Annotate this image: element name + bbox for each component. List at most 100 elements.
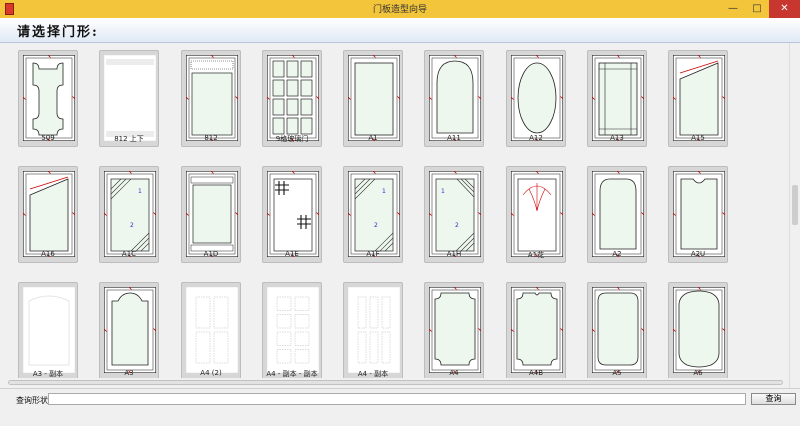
svg-text:1: 1 [138, 188, 142, 195]
door-shape-card[interactable]: 812 [181, 50, 241, 147]
door-shape-thumbnail [429, 55, 481, 141]
svg-text:2: 2 [455, 222, 459, 229]
door-shape-label: 509 [41, 134, 55, 142]
search-input[interactable] [48, 393, 746, 405]
window-title: 门板造型向导 [372, 5, 427, 15]
door-shape-thumbnail [673, 287, 725, 373]
door-shape-thumbnail [267, 287, 319, 373]
door-shape-card[interactable]: A2U [668, 166, 728, 263]
door-shape-thumbnail [267, 55, 319, 141]
door-shape-thumbnail [348, 287, 400, 373]
door-shape-card[interactable]: A1E [262, 166, 322, 263]
door-shape-label: A4B [528, 369, 544, 377]
door-shape-gallery: 509 812 上下 812 9格玻璃门 A1 A11 A12 A13 A15 A16 1 2 A1C A… [0, 43, 789, 378]
door-shape-label: A1花 [527, 251, 545, 259]
door-shape-card[interactable]: A15 [668, 50, 728, 147]
horizontal-scroll-thumb[interactable] [8, 380, 783, 385]
door-shape-label: A12 [529, 134, 543, 142]
door-shape-label: A1H [446, 250, 462, 258]
minimize-button[interactable]: — [721, 0, 745, 18]
door-shape-card[interactable]: A1 [343, 50, 403, 147]
door-shape-card[interactable]: A1花 [506, 166, 566, 263]
door-shape-thumbnail [511, 171, 563, 257]
door-shape-card[interactable]: 1 2 A1C [99, 166, 159, 263]
door-shape-card[interactable]: A11 [424, 50, 484, 147]
search-bar: 查询形状 查询 [0, 388, 800, 426]
door-shape-label: A1F [366, 250, 380, 258]
vertical-scroll-thumb[interactable] [792, 185, 798, 225]
door-shape-thumbnail [104, 287, 156, 373]
door-shape-card[interactable]: 1 2 A1H [424, 166, 484, 263]
door-shape-label: A11 [447, 134, 461, 142]
door-shape-card[interactable]: 9格玻璃门 [262, 50, 322, 147]
door-shape-card[interactable]: A2 [587, 166, 647, 263]
horizontal-scrollbar[interactable] [0, 378, 789, 388]
door-shape-card[interactable]: A13 [587, 50, 647, 147]
door-shape-card[interactable]: A1D [181, 166, 241, 263]
door-shape-label: A4 - 副本 [357, 370, 389, 378]
door-shape-thumbnail [673, 55, 725, 141]
door-shape-label: A16 [41, 250, 55, 258]
door-shape-thumbnail [23, 287, 75, 373]
header-strip: 请选择门形: [0, 18, 800, 43]
svg-text:2: 2 [374, 222, 378, 229]
svg-text:1: 1 [382, 188, 386, 195]
door-shape-card[interactable]: A3 - 副本 [18, 282, 78, 378]
door-shape-label: A5 [612, 369, 622, 377]
door-shape-card[interactable]: A4 (2) [181, 282, 241, 378]
door-shape-label: A4 [449, 369, 459, 377]
svg-text:2: 2 [130, 222, 134, 229]
prompt-title: 请选择门形: [17, 25, 99, 40]
maximize-button[interactable]: □ [745, 0, 769, 18]
door-shape-label: A2 [612, 250, 622, 258]
door-shape-label: 812 上下 [114, 135, 144, 143]
door-shape-thumbnail [186, 55, 238, 141]
door-shape-thumbnail [23, 171, 75, 257]
door-shape-card[interactable]: 812 上下 [99, 50, 159, 147]
door-shape-card[interactable]: 1 2 A1F [343, 166, 403, 263]
door-shape-thumbnail: 12 [348, 171, 400, 257]
door-shape-thumbnail [592, 55, 644, 141]
door-shape-card[interactable]: A6 [668, 282, 728, 378]
door-shape-thumbnail: 12 [429, 171, 481, 257]
door-shape-thumbnail [592, 287, 644, 373]
door-shape-card[interactable]: A4 [424, 282, 484, 378]
door-shape-label: A13 [610, 134, 624, 142]
door-shape-label: A3 - 副本 [32, 370, 64, 378]
door-shape-label: A1 [368, 134, 378, 142]
door-shape-thumbnail [673, 171, 725, 257]
door-shape-label: A3 [124, 369, 134, 377]
svg-text:1: 1 [441, 188, 445, 195]
search-label: 查询形状 [16, 396, 48, 405]
door-shape-label: A1E [285, 250, 299, 258]
door-shape-thumbnail [348, 55, 400, 141]
door-shape-label: A1D [203, 250, 219, 258]
search-button[interactable]: 查询 [751, 393, 796, 405]
door-shape-label: A2U [690, 250, 706, 258]
door-shape-card[interactable]: A12 [506, 50, 566, 147]
door-shape-thumbnail [511, 287, 563, 373]
door-shape-thumbnail [511, 55, 563, 141]
door-shape-card[interactable]: 509 [18, 50, 78, 147]
door-shape-label: 812 [204, 134, 218, 142]
door-shape-card[interactable]: A4B [506, 282, 566, 378]
door-shape-label: A1C [121, 250, 137, 258]
door-shape-thumbnail [267, 171, 319, 257]
door-shape-card[interactable]: A4 - 副本 - 副本 [262, 282, 322, 378]
door-shape-card[interactable]: A16 [18, 166, 78, 263]
door-shape-thumbnail [186, 287, 238, 373]
door-shape-label: A15 [691, 134, 705, 142]
door-shape-card[interactable]: A4 - 副本 [343, 282, 403, 378]
door-shape-label: 9格玻璃门 [275, 135, 309, 143]
door-shape-thumbnail [592, 171, 644, 257]
door-shape-thumbnail [186, 171, 238, 257]
door-shape-thumbnail: 12 [104, 171, 156, 257]
door-shape-card[interactable]: A5 [587, 282, 647, 378]
door-shape-card[interactable]: A3 [99, 282, 159, 378]
vertical-scrollbar[interactable] [789, 43, 800, 388]
close-button[interactable]: ✕ [769, 0, 800, 18]
door-shape-thumbnail [23, 55, 75, 141]
door-shape-label: A4 (2) [200, 369, 222, 377]
door-shape-thumbnail [104, 55, 156, 141]
door-shape-thumbnail [429, 287, 481, 373]
